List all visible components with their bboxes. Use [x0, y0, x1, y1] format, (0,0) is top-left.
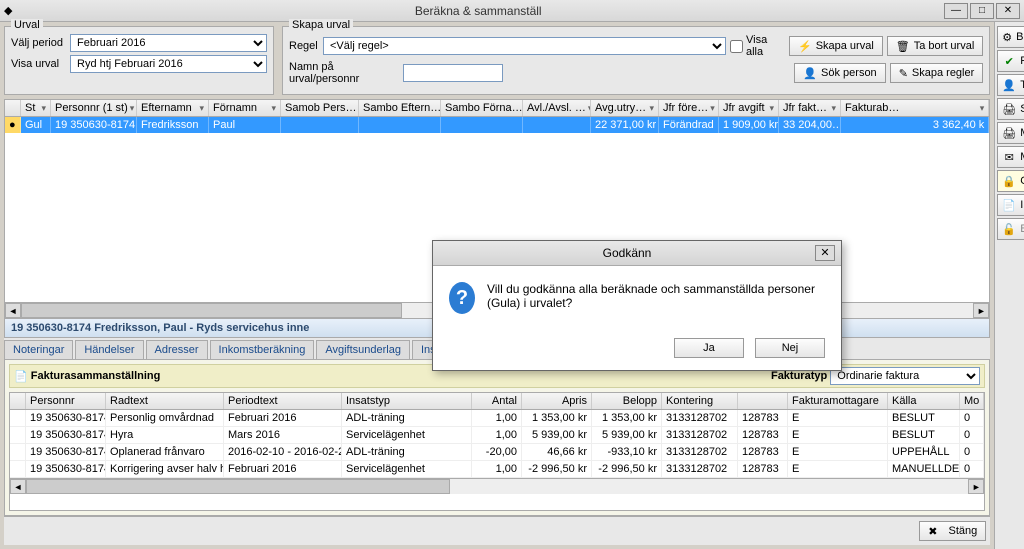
minimize-button[interactable]: —: [944, 3, 968, 19]
stang-button[interactable]: ✖ Stäng: [919, 521, 986, 541]
unlock-icon: 🔓: [1002, 222, 1016, 236]
wand-icon: ✎: [899, 67, 908, 80]
close-button[interactable]: ✕: [996, 3, 1020, 19]
backa-status-button: 🔓Backa status: [997, 218, 1024, 240]
action-panel: ⚙Beräkna/Sammanställ ✔Fellista 👤Ta bort …: [994, 22, 1024, 549]
invoice-grid[interactable]: Personnr Radtext Periodtext Insatstyp An…: [9, 392, 985, 511]
invoice-row[interactable]: 19 350630-8174 Hyra Mars 2016 Serviceläg…: [10, 427, 984, 444]
skapa-regler-button[interactable]: ✎Skapa regler: [890, 63, 984, 83]
berakna-button[interactable]: ⚙Beräkna/Sammanställ: [997, 26, 1024, 48]
namn-label: Namn på urval/personnr: [289, 61, 399, 85]
meddelande-button[interactable]: ✉Meddelande: [997, 146, 1024, 168]
nej-button[interactable]: Nej: [755, 338, 825, 358]
visa-urval-label: Visa urval: [11, 58, 66, 70]
godkann-button[interactable]: 🔒Godkänn: [997, 170, 1024, 192]
tab-inkomst[interactable]: Inkomstberäkning: [210, 340, 315, 359]
tab-noteringar[interactable]: Noteringar: [4, 340, 73, 359]
lightning-icon: ⚡: [798, 40, 812, 53]
dialog-message: Vill du godkänna alla beräknade och samm…: [487, 282, 825, 310]
window-title: Beräkna & sammanställ: [12, 4, 944, 18]
person-remove-icon: 👤: [1002, 78, 1016, 92]
question-icon: ?: [449, 282, 475, 314]
close-icon: ✖: [928, 525, 937, 538]
file-icon: 📄: [1002, 198, 1016, 212]
maximize-button[interactable]: □: [970, 3, 994, 19]
skriv-ut-button[interactable]: 🖨Skriv ut urval: [997, 98, 1024, 120]
tab-adresser[interactable]: Adresser: [146, 340, 208, 359]
valj-period-label: Välj period: [11, 37, 66, 49]
ta-bort-urval-button[interactable]: 🗑Ta bort urval: [887, 36, 984, 56]
app-icon: ◆: [4, 4, 12, 17]
fellista-button[interactable]: ✔Fellista: [997, 50, 1024, 72]
invoice-row[interactable]: 19 350630-8174 Oplanerad frånvaro 2016-0…: [10, 444, 984, 461]
trash-icon: 🗑: [896, 40, 910, 53]
visa-alla-checkbox[interactable]: Visa alla: [730, 34, 785, 58]
skapa-urval-fieldset: Skapa urval Regel <Välj regel> Visa alla…: [282, 26, 990, 95]
invoice-scroll-h[interactable]: ◄►: [10, 478, 984, 494]
confirm-dialog: Godkänn ✕ ? Vill du godkänna alla beräkn…: [432, 240, 842, 371]
check-icon: ✔: [1002, 54, 1016, 68]
fakturatyp-select[interactable]: Ordinarie faktura: [830, 367, 980, 385]
integrationsfil-button[interactable]: 📄Integrationsfil: [997, 194, 1024, 216]
regel-select[interactable]: <Välj regel>: [323, 37, 726, 55]
massutskrift-button[interactable]: 🖨Massutskrift: [997, 122, 1024, 144]
printer-icon: 🖨: [1002, 126, 1016, 140]
ja-button[interactable]: Ja: [674, 338, 744, 358]
invoice-row[interactable]: 19 350630-8174 Korrigering avser halv hy…: [10, 461, 984, 478]
visa-urval-select[interactable]: Ryd htj Februari 2016: [70, 55, 267, 73]
tab-handelser[interactable]: Händelser: [75, 340, 143, 359]
urval-fieldset: Urval Välj period Februari 2016 Visa urv…: [4, 26, 274, 95]
invoice-row[interactable]: 19 350630-8174 Personlig omvårdnad Febru…: [10, 410, 984, 427]
namn-input[interactable]: [403, 64, 503, 82]
person-icon: 👤: [803, 67, 817, 80]
ta-bort-person-button[interactable]: 👤Ta bort person: [997, 74, 1024, 96]
title-bar: ◆ Beräkna & sammanställ — □ ✕: [0, 0, 1024, 22]
invoice-title: Fakturasammanställning: [31, 370, 161, 382]
table-row[interactable]: ● Gul 19 350630-8174 Fredriksson Paul 22…: [5, 117, 989, 133]
dialog-title: Godkänn: [439, 246, 815, 260]
skapa-urval-button[interactable]: ⚡Skapa urval: [789, 36, 883, 56]
printer-icon: 🖨: [1002, 102, 1016, 116]
tab-avgiftsunderlag[interactable]: Avgiftsunderlag: [316, 340, 410, 359]
dialog-close-button[interactable]: ✕: [815, 245, 835, 261]
gear-icon: ⚙: [1002, 30, 1012, 44]
lock-icon: 🔒: [1002, 174, 1016, 188]
mail-icon: ✉: [1002, 150, 1016, 164]
invoice-panel: 📄 Fakturasammanställning Fakturatyp Ordi…: [4, 360, 990, 516]
regel-label: Regel: [289, 40, 319, 52]
sok-person-button[interactable]: 👤Sök person: [794, 63, 885, 83]
document-icon: 📄: [14, 370, 28, 383]
valj-period-select[interactable]: Februari 2016: [70, 34, 267, 52]
fakturatyp-label: Fakturatyp: [771, 370, 827, 382]
